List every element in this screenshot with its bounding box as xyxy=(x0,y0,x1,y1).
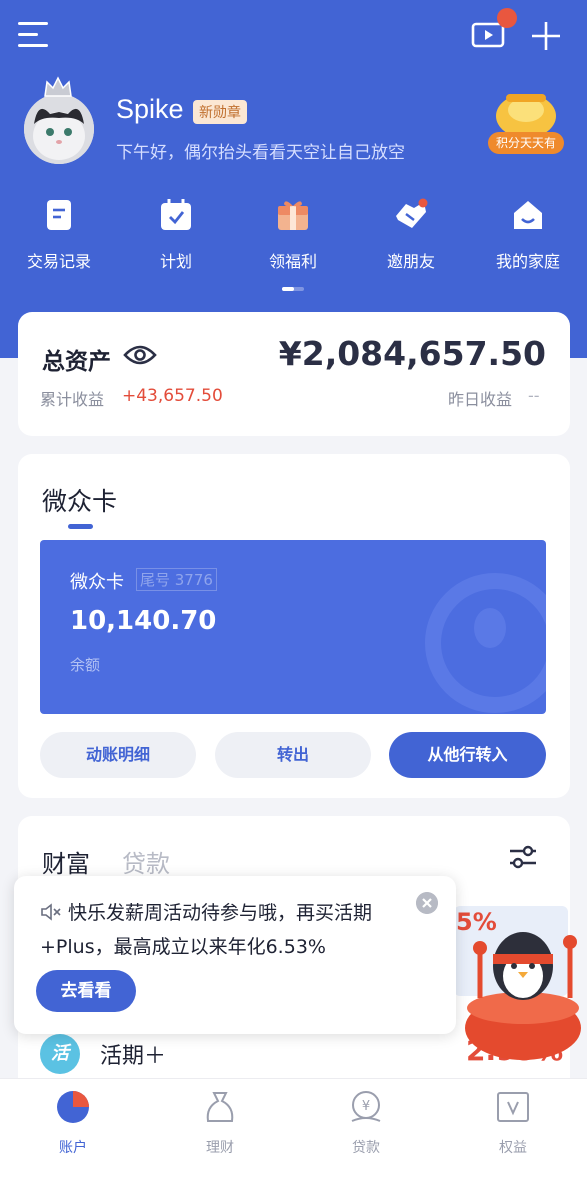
coin-icon: ¥ xyxy=(351,1091,381,1122)
tab-wealth-management[interactable]: 理财 xyxy=(175,1089,265,1157)
top-bar xyxy=(0,0,587,70)
current-deposit-label[interactable]: 活期＋ xyxy=(100,1038,166,1070)
avatar[interactable] xyxy=(24,94,94,164)
yesterday-income-value: -- xyxy=(528,386,540,405)
tab-label: 权益 xyxy=(499,1140,527,1156)
greeting-text: 下午好，偶尔抬头看看天空让自己放空 xyxy=(116,143,405,163)
plus-icon[interactable] xyxy=(530,20,562,52)
yesterday-income-label: 昨日收益 xyxy=(448,390,513,409)
penguin-mascot-icon[interactable] xyxy=(460,908,587,1066)
quick-action-plan[interactable]: 计划 xyxy=(126,198,226,272)
card-balance-label: 余额 xyxy=(70,656,101,674)
card-name: 微众卡 xyxy=(70,572,124,593)
crown-icon xyxy=(44,76,72,97)
new-medal-badge[interactable]: 新勋章 xyxy=(193,100,247,124)
popup-message: 快乐发薪周活动待参与哦，再买活期+Plus，最高成立以来年化6.53% xyxy=(40,902,373,958)
quick-action-benefits[interactable]: 领福利 xyxy=(243,198,343,272)
carousel-indicator xyxy=(282,287,304,291)
tab-label: 账户 xyxy=(59,1140,87,1156)
transfer-out-button[interactable]: 转出 xyxy=(215,732,371,778)
tab-rights[interactable]: 权益 xyxy=(468,1089,558,1157)
pie-chart-icon xyxy=(57,1091,89,1123)
current-deposit-icon: 活 xyxy=(40,1034,80,1074)
total-assets-value: ¥2,084,657.50 xyxy=(278,334,546,373)
handshake-icon xyxy=(396,198,428,228)
quick-action-label: 我的家庭 xyxy=(495,252,560,271)
tab-loan[interactable]: 贷款 xyxy=(122,844,170,879)
total-assets-card[interactable]: 总资产 ¥2,084,657.50 累计收益 +43,657.50 昨日收益 -… xyxy=(18,312,570,436)
cat-avatar-image xyxy=(24,94,94,164)
cumulative-income-value: +43,657.50 xyxy=(122,386,223,406)
home-icon xyxy=(514,201,542,229)
username[interactable]: Spike xyxy=(116,94,184,125)
eye-icon[interactable] xyxy=(123,342,157,368)
document-icon xyxy=(47,200,71,230)
calendar-icon xyxy=(161,199,191,230)
quick-action-transactions[interactable]: 交易记录 xyxy=(9,198,109,272)
notification-badge xyxy=(497,8,517,28)
promo-popup: 快乐发薪周活动待参与哦，再买活期+Plus，最高成立以来年化6.53% 去看看 xyxy=(14,876,456,1034)
card-tail-number: 尾号 3776 xyxy=(136,568,217,591)
quick-action-invite[interactable]: 邀朋友 xyxy=(361,198,461,272)
quick-action-label: 邀朋友 xyxy=(386,252,435,271)
menu-icon[interactable] xyxy=(18,22,48,48)
transfer-in-button[interactable]: 从他行转入 xyxy=(389,732,546,778)
quick-action-label: 领福利 xyxy=(268,252,317,271)
points-promo-label[interactable]: 积分天天有 xyxy=(488,132,564,154)
bank-card-section: 微众卡 微众卡 尾号 3776 10,140.70 余额 动账明细 转出 从他行… xyxy=(18,454,570,798)
quick-action-label: 交易记录 xyxy=(26,252,91,271)
filter-icon[interactable] xyxy=(508,844,538,870)
assets-title: 总资产 xyxy=(42,349,111,375)
gift-icon xyxy=(278,201,308,230)
tab-account[interactable]: 账户 xyxy=(28,1089,118,1157)
card-balance: 10,140.70 xyxy=(70,606,217,636)
quick-action-family[interactable]: 我的家庭 xyxy=(478,198,578,272)
money-bag-icon xyxy=(206,1092,234,1122)
close-icon[interactable] xyxy=(416,892,438,914)
tab-label: 贷款 xyxy=(352,1140,380,1156)
tab-label: 理财 xyxy=(206,1140,234,1156)
svg-text:¥: ¥ xyxy=(362,1099,370,1114)
bottom-tab-bar: 账户 理财 ¥ 贷款 权益 xyxy=(0,1078,587,1200)
transaction-detail-button[interactable]: 动账明细 xyxy=(40,732,196,778)
view-now-button[interactable]: 去看看 xyxy=(36,970,136,1012)
penguin-watermark-icon xyxy=(425,573,546,713)
tab-wealth[interactable]: 财富 xyxy=(42,844,90,879)
quick-action-label: 计划 xyxy=(159,252,192,271)
section-title-underline xyxy=(68,524,93,529)
cumulative-income-label: 累计收益 xyxy=(40,390,105,409)
vip-card-icon xyxy=(497,1092,529,1122)
bank-card[interactable]: 微众卡 尾号 3776 10,140.70 余额 xyxy=(40,540,546,714)
tab-loan[interactable]: ¥ 贷款 xyxy=(321,1089,411,1157)
section-title: 微众卡 xyxy=(42,487,118,516)
